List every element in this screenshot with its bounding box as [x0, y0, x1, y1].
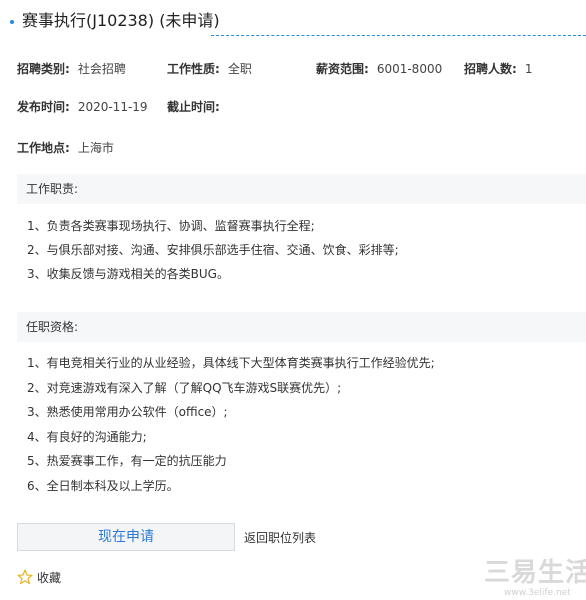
salary-label: 薪资范围:	[316, 62, 369, 76]
duties-item: 1、负责各类赛事现场执行、协调、监督赛事执行全程;	[27, 219, 315, 233]
location-field: 工作地点: 上海市	[17, 140, 114, 156]
category-value: 社会招聘	[77, 62, 126, 76]
requirements-item: 2、对竞速游戏有深入了解（了解QQ飞车游戏S联赛优先）;	[27, 381, 342, 395]
publish-field: 发布时间: 2020-11-19	[17, 99, 148, 115]
requirements-heading-bar: 任职资格:	[17, 312, 586, 342]
star-outline-icon	[17, 569, 33, 585]
deadline-field: 截止时间:	[167, 99, 228, 115]
watermark-logo-text: 三易生活	[484, 558, 586, 588]
page-title: 赛事执行(J10238) (未申请)	[22, 11, 220, 30]
favorite-label: 收藏	[37, 571, 62, 585]
title-dot-icon	[10, 20, 14, 24]
location-label: 工作地点:	[17, 141, 70, 155]
category-label: 招聘类别:	[17, 62, 70, 76]
requirements-item: 1、有电竞相关行业的从业经验，具体线下大型体育类赛事执行工作经验优先;	[27, 356, 435, 370]
page-title-row: 赛事执行(J10238) (未申请)	[10, 10, 586, 36]
headcount-label: 招聘人数:	[464, 62, 517, 76]
location-value: 上海市	[77, 141, 114, 155]
duties-heading: 工作职责:	[26, 182, 79, 196]
duties-item: 3、收集反馈与游戏相关的各类BUG。	[27, 267, 229, 281]
watermark-url: www.3elife.net	[504, 588, 571, 598]
nature-value: 全职	[227, 62, 252, 76]
nature-label: 工作性质:	[167, 62, 220, 76]
salary-value: 6001-8000	[376, 62, 443, 76]
apply-now-button[interactable]: 现在申请	[17, 523, 235, 551]
requirements-item: 5、热爱赛事工作，有一定的抗压能力	[27, 454, 227, 468]
requirements-item: 4、有良好的沟通能力;	[27, 430, 147, 444]
publish-value: 2020-11-19	[77, 100, 148, 114]
headcount-field: 招聘人数: 1	[464, 61, 532, 77]
title-divider	[211, 35, 586, 36]
headcount-value: 1	[524, 62, 533, 76]
site-watermark: 三易生活 www.3elife.net	[484, 558, 586, 598]
requirements-item: 3、熟悉使用常用办公软件（office）;	[27, 405, 228, 419]
category-field: 招聘类别: 社会招聘	[17, 61, 126, 77]
duties-heading-bar: 工作职责:	[17, 174, 586, 204]
requirements-heading: 任职资格:	[26, 320, 79, 334]
deadline-label: 截止时间:	[167, 100, 220, 114]
publish-label: 发布时间:	[17, 100, 70, 114]
nature-field: 工作性质: 全职	[167, 61, 252, 77]
salary-field: 薪资范围: 6001-8000	[316, 61, 442, 77]
duties-item: 2、与俱乐部对接、沟通、安排俱乐部选手住宿、交通、饮食、彩排等;	[27, 243, 399, 257]
back-to-list-link[interactable]: 返回职位列表	[244, 530, 316, 546]
requirements-item: 6、全日制本科及以上学历。	[27, 479, 179, 493]
